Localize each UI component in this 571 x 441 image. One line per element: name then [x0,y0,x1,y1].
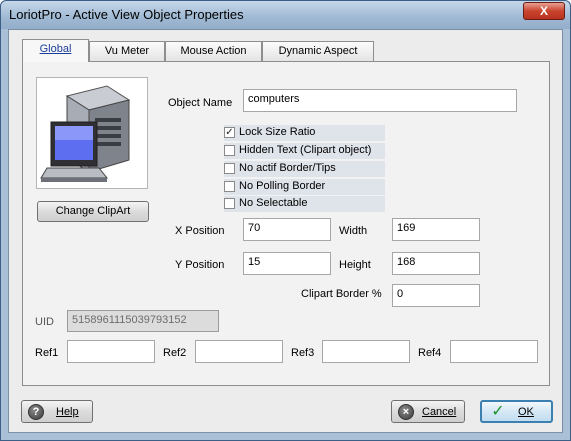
tab-mouse-action[interactable]: Mouse Action [165,41,262,61]
uid-label: UID [35,316,54,328]
dialog-window: LoriotPro - Active View Object Propertie… [0,0,571,441]
close-icon: X [539,4,548,18]
checkbox-checked-icon: ✓ [224,127,235,138]
ref4-label: Ref4 [418,347,442,359]
x-position-label: X Position [175,225,225,237]
object-name-label: Object Name [168,97,233,109]
title-bar[interactable]: LoriotPro - Active View Object Propertie… [1,1,570,29]
x-position-field[interactable]: 70 [243,218,331,241]
height-field[interactable]: 168 [392,252,480,275]
lock-size-ratio-checkbox[interactable]: ✓ Lock Size Ratio [224,125,385,141]
ok-checkmark-icon: ✓ [491,403,505,420]
clipart-preview [36,77,148,189]
help-icon: ? [28,404,44,420]
checkbox-unchecked-icon [224,181,235,192]
cancel-button[interactable]: × Cancel [391,400,465,423]
height-label: Height [339,259,371,271]
hidden-text-checkbox[interactable]: Hidden Text (Clipart object) [224,143,385,159]
cancel-icon: × [398,404,414,420]
width-label: Width [339,225,368,237]
ref2-field[interactable] [195,340,283,363]
ok-button[interactable]: ✓ OK [480,400,553,423]
ref3-field[interactable] [322,340,410,363]
help-button[interactable]: ? Help [21,400,93,423]
no-actif-border-checkbox[interactable]: No actif Border/Tips [224,161,385,177]
window-title: LoriotPro - Active View Object Propertie… [9,7,244,22]
clipart-border-field[interactable]: 0 [392,284,480,307]
clipart-border-label: Clipart Border % [301,288,382,300]
tab-vu-meter[interactable]: Vu Meter [89,41,165,61]
no-polling-border-checkbox[interactable]: No Polling Border [224,179,385,195]
no-selectable-checkbox[interactable]: No Selectable [224,196,385,212]
computer-icon [40,85,131,182]
close-button[interactable]: X [523,2,565,20]
ref1-field[interactable] [67,340,155,363]
uid-field: 5158961115039793152 [67,310,219,332]
y-position-field[interactable]: 15 [243,252,331,275]
checkbox-unchecked-icon [224,145,235,156]
y-position-label: Y Position [175,259,225,271]
tab-dynamic-aspect[interactable]: Dynamic Aspect [262,41,374,61]
width-field[interactable]: 169 [392,218,480,241]
change-clipart-button[interactable]: Change ClipArt [37,201,149,222]
ref2-label: Ref2 [163,347,187,359]
checkbox-unchecked-icon [224,163,235,174]
global-tab-panel: Change ClipArt Object Name computers ✓ L… [22,61,550,386]
object-name-field[interactable]: computers [243,89,517,112]
ref3-label: Ref3 [291,347,315,359]
ref4-field[interactable] [450,340,538,363]
tab-global[interactable]: Global [22,39,89,62]
dialog-client-area: Global Vu Meter Mouse Action Dynamic Asp… [8,29,563,433]
checkbox-unchecked-icon [224,198,235,209]
ref1-label: Ref1 [35,347,59,359]
